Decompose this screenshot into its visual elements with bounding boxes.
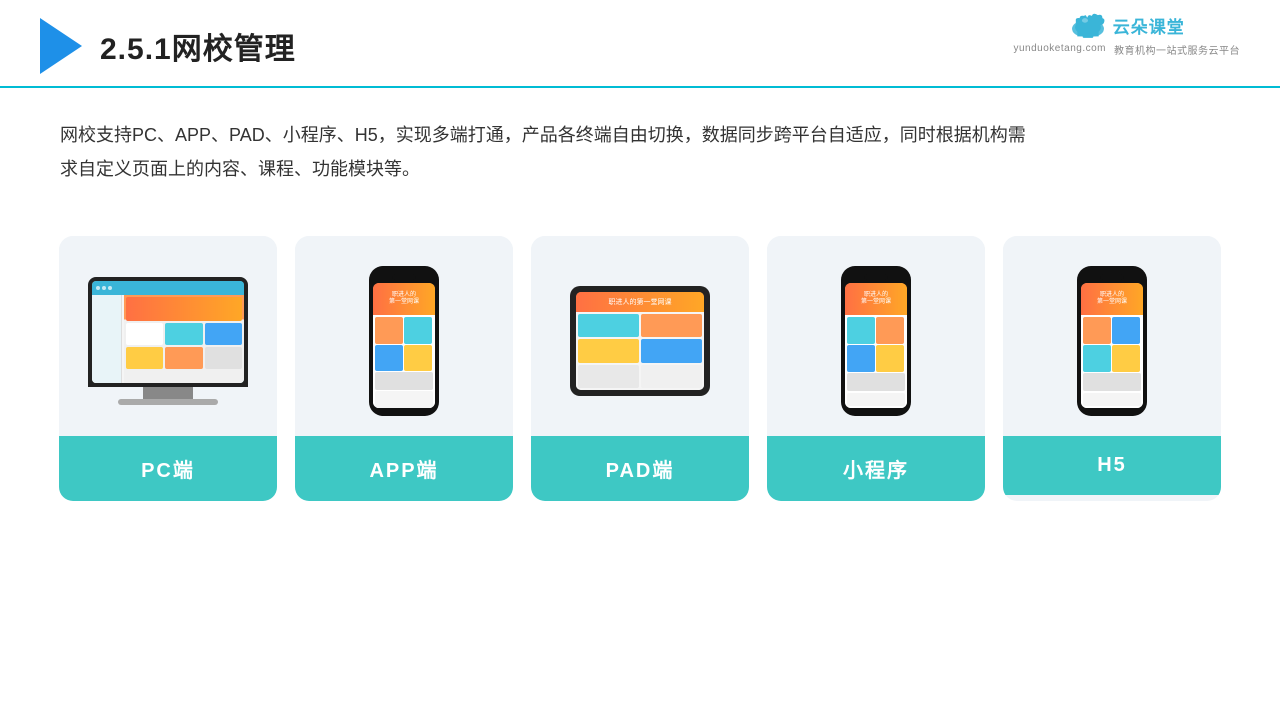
pc-topbar [92, 281, 244, 295]
card-app-label: APP端 [295, 436, 513, 501]
phone-screen-app: 职进人的第一堂网课 [373, 283, 435, 408]
tablet-mockup: 职进人的第一堂网课 [570, 286, 710, 396]
phone-mockup-mini: 职进人的第一堂网课 [841, 266, 911, 416]
card-pc: PC端 [59, 236, 277, 501]
header: 2.5.1网校管理 云朵课堂 yunduoketang.com 教育机构一站式服… [0, 0, 1280, 88]
brand-name: 云朵课堂 [1113, 13, 1185, 38]
tablet-screen: 职进人的第一堂网课 [576, 292, 704, 390]
card-pad-label: PAD端 [531, 436, 749, 501]
title-number: 2.5.1 [100, 33, 172, 66]
phone-screen-mini: 职进人的第一堂网课 [845, 283, 907, 408]
card-mini-label: 小程序 [767, 436, 985, 501]
phone-mockup-h5: 职进人的第一堂网课 [1077, 266, 1147, 416]
cloud-icon [1069, 12, 1107, 38]
card-h5-label: H5 [1003, 436, 1221, 495]
card-pad-image: 职进人的第一堂网课 [531, 236, 749, 436]
card-h5-image: 职进人的第一堂网课 [1003, 236, 1221, 436]
pc-screen-inner [92, 281, 244, 383]
brand-slogan: 教育机构一站式服务云平台 [1114, 42, 1240, 57]
brand-url: yunduoketang.com [1013, 43, 1106, 54]
logo-arrow-icon [40, 18, 82, 74]
description-text: 网校支持PC、APP、PAD、小程序、H5，实现多端打通，产品各终端自由切换，数… [0, 88, 1100, 196]
phone-mockup-app: 职进人的第一堂网课 [369, 266, 439, 416]
card-h5: 职进人的第一堂网课 H5 [1003, 236, 1221, 501]
brand-logo: 云朵课堂 yunduoketang.com 教育机构一站式服务云平台 [1013, 12, 1240, 57]
card-app: 职进人的第一堂网课 APP端 [295, 236, 513, 501]
card-pc-label: PC端 [59, 436, 277, 501]
cards-section: PC端 职进人的第一堂网课 [0, 206, 1280, 501]
pc-content [92, 295, 244, 383]
card-mini-image: 职进人的第一堂网课 [767, 236, 985, 436]
card-app-image: 职进人的第一堂网课 [295, 236, 513, 436]
brand-cloud: 云朵课堂 [1069, 12, 1185, 38]
pc-screen-outer [88, 277, 248, 387]
phone-screen-h5: 职进人的第一堂网课 [1081, 283, 1143, 408]
card-mini: 职进人的第一堂网课 小程序 [767, 236, 985, 501]
page-title: 2.5.1网校管理 [100, 24, 296, 68]
title-text: 网校管理 [172, 33, 296, 66]
pc-mockup [88, 277, 248, 405]
card-pad: 职进人的第一堂网课 PAD端 [531, 236, 749, 501]
card-pc-image [59, 236, 277, 436]
